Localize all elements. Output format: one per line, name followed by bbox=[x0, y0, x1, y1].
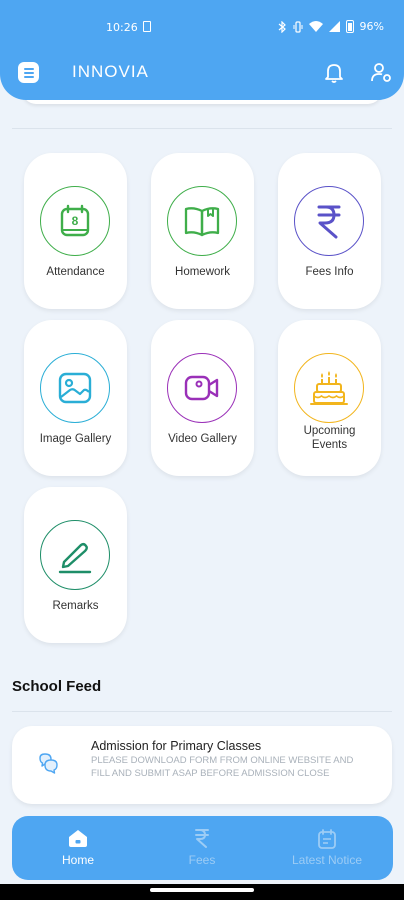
gesture-handle[interactable] bbox=[150, 888, 254, 892]
bell-icon[interactable] bbox=[322, 60, 346, 84]
sim-icon bbox=[143, 21, 151, 32]
tile-image-gallery[interactable]: Image Gallery bbox=[24, 320, 127, 476]
cake-icon bbox=[294, 353, 364, 423]
book-icon bbox=[167, 186, 237, 256]
nav-label: Latest Notice bbox=[291, 853, 363, 867]
tile-video-gallery[interactable]: Video Gallery bbox=[151, 320, 254, 476]
feed-item-title: Admission for Primary Classes bbox=[91, 739, 262, 753]
home-icon bbox=[69, 830, 87, 847]
calendar-icon: 8 bbox=[40, 186, 110, 256]
nav-label: Fees bbox=[188, 853, 216, 867]
menu-button[interactable] bbox=[18, 62, 39, 83]
profile-settings-icon[interactable] bbox=[369, 60, 393, 84]
tile-label: Fees Info bbox=[305, 266, 354, 278]
pencil-icon bbox=[40, 520, 110, 590]
image-icon bbox=[40, 353, 110, 423]
vibrate-icon bbox=[293, 20, 303, 33]
bluetooth-icon bbox=[278, 20, 286, 33]
signal-icon bbox=[328, 21, 340, 32]
tile-label: Homework bbox=[175, 266, 230, 278]
tile-label: Video Gallery bbox=[168, 433, 237, 445]
feed-item[interactable]: Admission for Primary Classes PLEASE DOW… bbox=[12, 726, 392, 804]
tile-label: Attendance bbox=[46, 266, 105, 278]
wifi-icon bbox=[308, 21, 323, 32]
tile-label: Image Gallery bbox=[39, 433, 112, 445]
tile-fees-info[interactable]: Fees Info bbox=[278, 153, 381, 309]
divider bbox=[12, 711, 392, 712]
nav-home[interactable]: Home bbox=[32, 816, 124, 880]
tile-remarks[interactable]: Remarks bbox=[24, 487, 127, 643]
divider bbox=[12, 128, 392, 129]
nav-fees[interactable]: Fees bbox=[157, 816, 247, 880]
section-title-school-feed: School Feed bbox=[12, 678, 102, 695]
chat-bubbles-icon bbox=[39, 753, 58, 774]
status-bar: 10:26 96% bbox=[0, 18, 404, 38]
rupee-icon bbox=[294, 186, 364, 256]
battery-percent: 96% bbox=[359, 20, 384, 33]
nav-label: Home bbox=[61, 853, 94, 867]
app-title: INNOVIA bbox=[72, 62, 149, 81]
tile-upcoming-events[interactable]: Upcoming Events bbox=[278, 320, 381, 476]
tile-homework[interactable]: Homework bbox=[151, 153, 254, 309]
menu-icon bbox=[23, 67, 34, 70]
rupee-icon bbox=[195, 829, 209, 848]
tile-label: Upcoming Events bbox=[303, 425, 356, 451]
gesture-bar bbox=[0, 884, 404, 900]
battery-icon bbox=[345, 20, 354, 33]
tile-attendance[interactable]: 8 Attendance bbox=[24, 153, 127, 309]
app-header: 10:26 96% INNOVIA bbox=[0, 0, 404, 100]
tile-label: Remarks bbox=[52, 600, 99, 612]
notice-icon bbox=[318, 829, 336, 849]
status-time: 10:26 bbox=[106, 21, 138, 34]
feed-item-description: PLEASE DOWNLOAD FORM FROM ONLINE WEBSITE… bbox=[91, 755, 354, 779]
svg-text:8: 8 bbox=[72, 214, 79, 228]
video-icon bbox=[167, 353, 237, 423]
bottom-navigation: Home Fees Latest Notice bbox=[12, 816, 393, 880]
nav-latest-notice[interactable]: Latest Notice bbox=[280, 816, 374, 880]
